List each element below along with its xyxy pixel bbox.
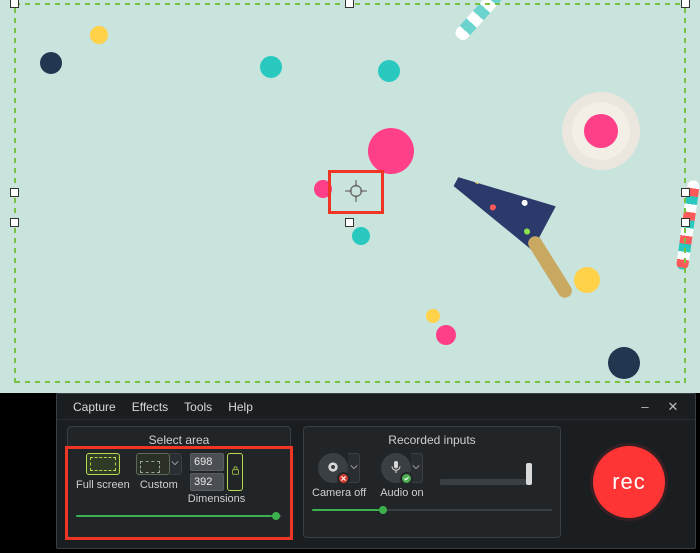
custom-label: Custom bbox=[140, 479, 178, 491]
menubar: Capture Effects Tools Help – ✕ bbox=[57, 394, 695, 420]
close-icon: ✕ bbox=[668, 399, 679, 414]
decoration bbox=[608, 347, 640, 379]
decoration bbox=[436, 325, 456, 345]
minimize-icon: – bbox=[641, 399, 648, 414]
fullscreen-icon bbox=[86, 453, 120, 475]
custom-area-dropdown[interactable] bbox=[170, 453, 182, 475]
menu-tools[interactable]: Tools bbox=[176, 400, 220, 414]
decoration bbox=[562, 92, 640, 170]
move-crosshair[interactable] bbox=[328, 170, 384, 214]
decoration bbox=[574, 267, 600, 293]
camera-label: Camera off bbox=[312, 487, 366, 499]
lock-icon bbox=[231, 465, 240, 479]
group-recorded-inputs: Recorded inputs bbox=[303, 426, 561, 538]
record-label: rec bbox=[612, 469, 646, 495]
group-title-select-area: Select area bbox=[76, 433, 282, 447]
decoration bbox=[453, 0, 537, 43]
fullscreen-label: Full screen bbox=[76, 479, 130, 491]
menu-effects[interactable]: Effects bbox=[124, 400, 176, 414]
selection-handle-mid-right[interactable] bbox=[681, 188, 690, 197]
selection-handle-top-center[interactable] bbox=[345, 0, 354, 8]
decoration bbox=[40, 52, 62, 74]
group-select-area: Select area Full screen Cu bbox=[67, 426, 291, 538]
custom-area-icon bbox=[136, 453, 170, 475]
decoration bbox=[90, 26, 108, 44]
dimensions-label: Dimensions bbox=[188, 493, 245, 505]
selection-handle-top-right[interactable] bbox=[681, 0, 690, 8]
recorded-inputs-slider[interactable] bbox=[312, 509, 552, 511]
close-button[interactable]: ✕ bbox=[659, 399, 687, 415]
width-input[interactable] bbox=[190, 453, 224, 471]
decoration bbox=[378, 60, 400, 82]
select-area-slider[interactable] bbox=[76, 515, 282, 517]
custom-area-button[interactable]: Custom bbox=[136, 453, 182, 491]
crosshair-icon bbox=[343, 178, 369, 207]
camera-toggle[interactable] bbox=[318, 453, 348, 483]
chevron-down-icon bbox=[350, 462, 358, 474]
decoration bbox=[426, 309, 440, 323]
recorder-panel: Capture Effects Tools Help – ✕ Select ar… bbox=[56, 393, 696, 549]
menu-help[interactable]: Help bbox=[220, 400, 261, 414]
chevron-down-icon bbox=[412, 462, 420, 474]
selection-handle-top-left[interactable] bbox=[10, 0, 19, 8]
selection-handle-bottom-right[interactable] bbox=[681, 218, 690, 227]
audio-level-thumb[interactable] bbox=[526, 463, 532, 485]
fullscreen-button[interactable]: Full screen bbox=[76, 453, 130, 491]
group-title-recorded-inputs: Recorded inputs bbox=[312, 433, 552, 447]
selection-handle-bottom-center[interactable] bbox=[345, 218, 354, 227]
height-input[interactable] bbox=[190, 473, 224, 491]
chevron-down-icon bbox=[171, 458, 179, 470]
decoration bbox=[368, 128, 414, 174]
decoration bbox=[352, 227, 370, 245]
decoration bbox=[260, 56, 282, 78]
status-on-icon bbox=[400, 472, 413, 485]
minimize-button[interactable]: – bbox=[631, 399, 659, 414]
capture-area-preview bbox=[0, 0, 700, 393]
menu-capture[interactable]: Capture bbox=[65, 400, 124, 414]
decoration bbox=[526, 234, 575, 301]
audio-label: Audio on bbox=[380, 487, 423, 499]
record-button[interactable]: rec bbox=[593, 446, 665, 518]
selection-handle-mid-left[interactable] bbox=[10, 188, 19, 197]
status-off-icon bbox=[337, 472, 350, 485]
lock-aspect-button[interactable] bbox=[227, 453, 243, 491]
audio-level-slider[interactable] bbox=[440, 453, 532, 485]
audio-toggle[interactable] bbox=[381, 453, 411, 483]
selection-handle-bottom-left[interactable] bbox=[10, 218, 19, 227]
